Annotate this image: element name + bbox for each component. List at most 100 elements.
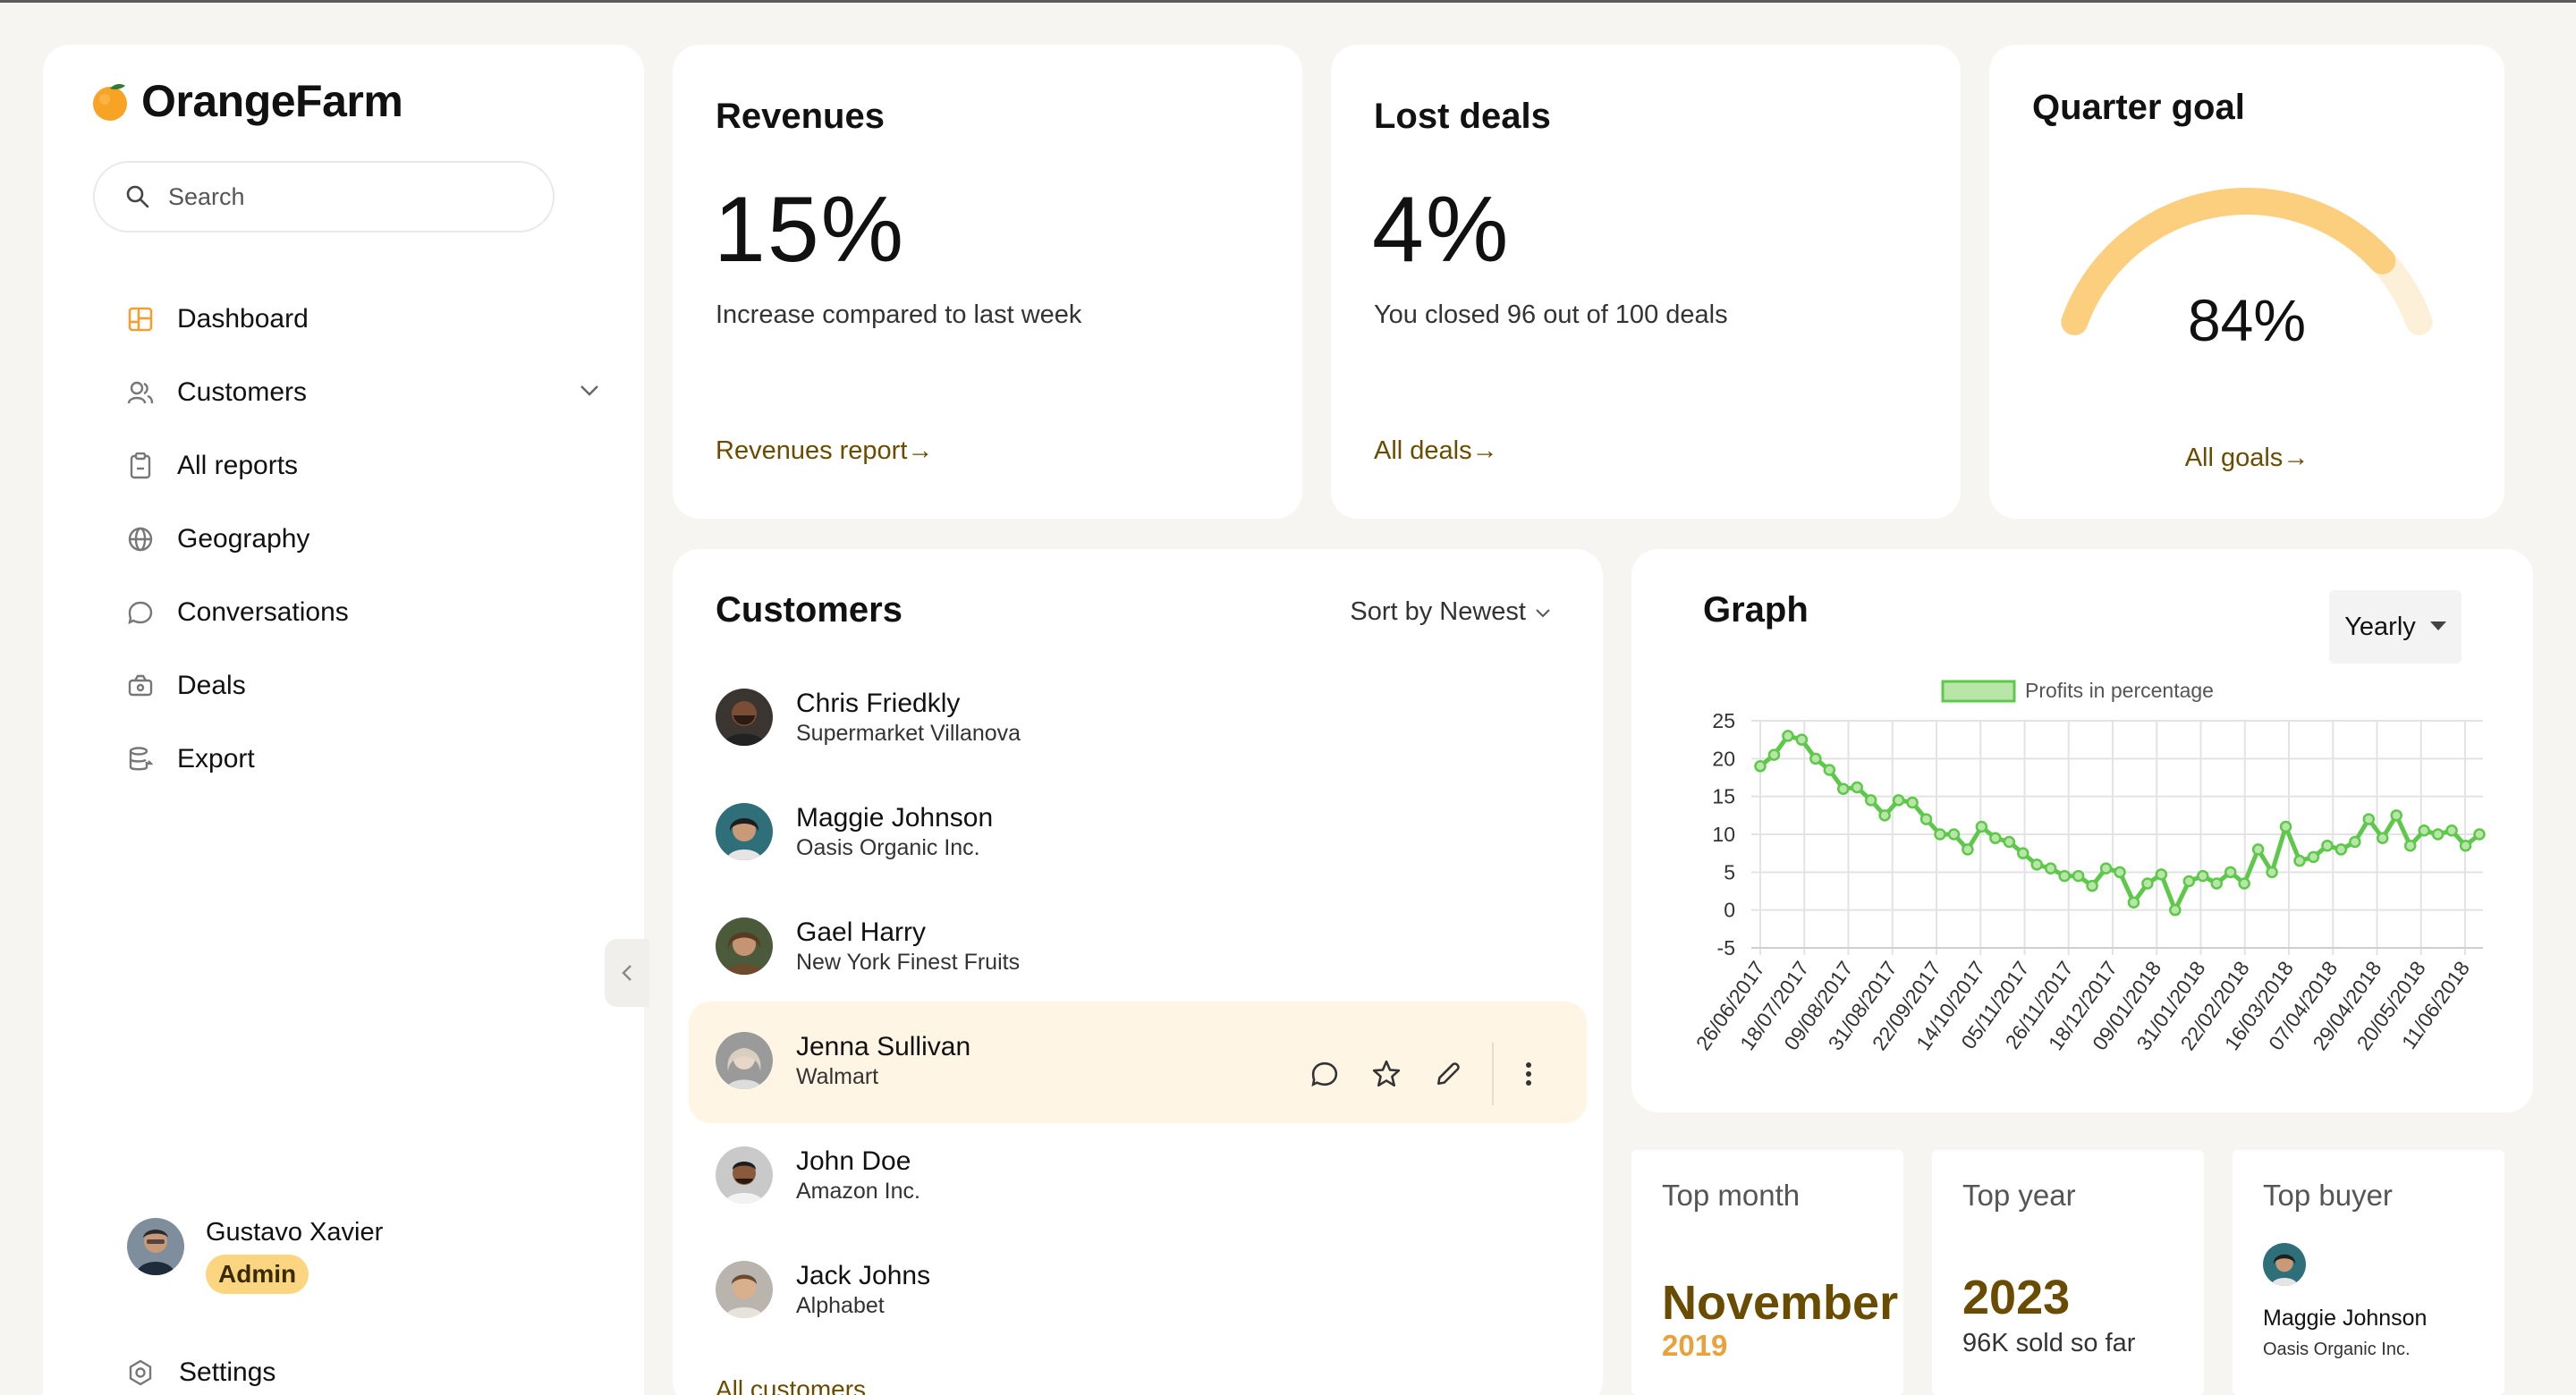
data-point [1934,828,1946,841]
data-point [1837,782,1850,795]
sidebar-item-deals[interactable]: Deals [127,649,601,723]
orange-logo-icon [91,81,129,121]
data-point [2086,879,2098,892]
sidebar: OrangeFarm Search Dashboard Customers Al… [43,45,644,1395]
sidebar-item-conversations[interactable]: Conversations [127,576,601,649]
period-select[interactable]: Yearly [2329,590,2462,664]
customers-card: Customers Sort by Newest Chris Friedkly … [673,549,1603,1395]
data-point [2127,896,2140,909]
data-point [1892,794,1905,807]
data-point [2003,835,2016,849]
data-point [2459,839,2472,852]
data-point [2197,869,2209,883]
card-title: Customers [716,590,902,630]
card-title: Graph [1703,590,1809,630]
avatar [716,1146,773,1204]
app-name: OrangeFarm [141,76,403,126]
chat-icon[interactable] [1311,1061,1338,1087]
row-actions [1311,1043,1533,1105]
y-tick-label: 20 [1712,747,1735,770]
customer-name: Jack Johns [796,1261,931,1290]
data-point [2030,858,2043,871]
top-buyer-name: Maggie Johnson [2263,1306,2428,1331]
globe-icon [127,526,154,553]
revenues-card: Revenues 15% Increase compared to last w… [673,45,1302,519]
search-icon [126,185,149,208]
avatar [716,1032,773,1089]
arrow-right-icon: → [2283,444,2309,472]
top-year-subtitle: 96K sold so far [1962,1329,2136,1357]
settings-label: Settings [179,1357,276,1387]
y-tick-label: 15 [1712,785,1735,808]
y-tick-label: 0 [1724,899,1735,922]
data-point [2114,866,2126,879]
customer-company: Oasis Organic Inc. [796,835,980,860]
chevron-down-icon[interactable] [578,379,601,410]
data-point [1823,764,1836,776]
data-point [2210,877,2223,890]
card-title: Revenues [716,97,885,136]
user-profile[interactable]: Gustavo Xavier Admin [127,1218,383,1294]
sidebar-item-export[interactable]: Export [127,723,601,796]
customer-company: Alphabet [796,1293,885,1318]
star-icon[interactable] [1372,1060,1401,1088]
sidebar-item-label: Customers [177,377,308,407]
customer-company: Walmart [796,1064,879,1089]
data-point [2418,824,2430,837]
list-item[interactable]: Gael Harry New York Finest Fruits [689,887,1587,1009]
sidebar-item-label: Export [177,744,255,774]
customer-name: Gael Harry [796,917,927,947]
sidebar-item-dashboard[interactable]: Dashboard [127,283,601,356]
data-point [2266,866,2278,879]
data-point [2058,869,2071,883]
data-point [2377,832,2389,844]
all-goals-link[interactable]: All goals→ [1989,444,2504,473]
sidebar-item-customers[interactable]: Customers [127,356,601,429]
data-point [2473,828,2486,841]
card-title: Quarter goal [2032,88,2245,127]
revenues-report-link[interactable]: Revenues report→ [716,436,933,466]
list-item[interactable]: Jack Johns Alphabet [689,1230,1587,1352]
data-point [2141,877,2154,890]
data-point [1795,733,1809,746]
sidebar-item-all-reports[interactable]: All reports [127,429,601,503]
avatar [716,689,773,746]
list-item[interactable]: Jenna Sullivan Walmart [689,1002,1587,1123]
list-item[interactable]: Maggie Johnson Oasis Organic Inc. [689,773,1587,894]
list-item[interactable]: John Doe Amazon Inc. [689,1116,1587,1238]
sidebar-item-geography[interactable]: Geography [127,503,601,576]
customer-name: Jenna Sullivan [796,1032,971,1061]
avatar [716,917,773,975]
data-point [1767,748,1781,761]
top-year-card: Top year 2023 96K sold so far [1932,1150,2204,1395]
more-vertical-icon[interactable] [1524,1061,1533,1087]
caret-down-icon [2429,621,2446,630]
data-point [2279,820,2292,833]
pencil-icon[interactable] [1435,1061,1462,1087]
lost-deals-value: 4% [1372,178,1511,282]
data-point [2403,839,2417,852]
settings-link[interactable]: Settings [127,1357,275,1388]
search-input[interactable]: Search [93,161,555,232]
data-point [1962,843,1974,856]
sort-dropdown[interactable]: Sort by Newest [1350,597,1553,627]
sidebar-item-label: Geography [177,524,310,554]
app-logo[interactable]: OrangeFarm [91,75,403,127]
all-customers-link[interactable]: All customers [716,1375,866,1395]
data-point [2017,847,2029,859]
arrow-right-icon: → [1471,436,1498,465]
data-point [1809,752,1822,765]
data-point [1906,796,1919,809]
chevron-down-icon [1536,608,1550,617]
link-label: All goals [2184,444,2284,472]
data-point [2293,854,2306,867]
divider [1492,1043,1494,1105]
collapse-sidebar-button[interactable] [605,939,649,1007]
data-point [2072,869,2085,883]
customer-name: Maggie Johnson [796,803,994,833]
data-point [1782,730,1794,742]
data-point [1851,781,1863,794]
list-item[interactable]: Chris Friedkly Supermarket Villanova [689,658,1587,780]
all-deals-link[interactable]: All deals→ [1374,436,1498,466]
graph-card: Profits in percentage -5 0 5 10 15 20 25 26/06/2… [1631,549,2533,1112]
